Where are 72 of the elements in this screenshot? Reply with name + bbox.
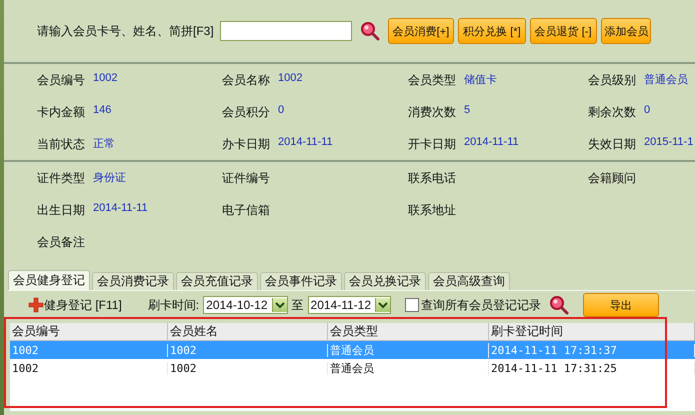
- table-cell: 2014-11-11 17:31:25: [489, 362, 695, 374]
- action-button[interactable]: 积分兑换 [*]: [458, 18, 526, 44]
- field-label: 联系地址: [408, 202, 457, 218]
- field-value: 1002: [93, 72, 118, 86]
- field-label: 会员级别: [588, 72, 637, 88]
- field-value: 0: [644, 104, 650, 118]
- search-field[interactable]: [220, 21, 352, 41]
- action-button[interactable]: 添加会员: [600, 18, 651, 44]
- tab[interactable]: 会员事件记录: [260, 272, 342, 290]
- action-button[interactable]: 会员消费[+]: [388, 18, 454, 44]
- field-label: 剩余次数: [588, 104, 637, 120]
- table-row[interactable]: 1002 1002 普通会员 2014-11-11 17:31:25: [10, 359, 695, 377]
- search-icon[interactable]: [549, 295, 570, 315]
- column-header: 会员编号: [10, 323, 168, 341]
- tab[interactable]: 会员充值记录: [176, 272, 258, 290]
- table-cell: 普通会员: [328, 342, 489, 358]
- action-button[interactable]: 会员退货 [-]: [530, 18, 597, 44]
- table-cell: 1002: [168, 362, 328, 374]
- tab[interactable]: 会员兑换记录: [344, 272, 426, 290]
- date-from-field[interactable]: 2014-10-12: [203, 296, 288, 314]
- field-label: 会员积分: [222, 104, 271, 120]
- plus-icon: [28, 297, 44, 313]
- field-label: 会籍顾问: [588, 170, 637, 186]
- column-header: 会员类型: [328, 323, 489, 341]
- field-label: 消费次数: [408, 104, 457, 120]
- field-label: 证件编号: [222, 170, 271, 186]
- field-label: 证件类型: [37, 170, 86, 186]
- field-value: 2014-11-11: [93, 202, 148, 216]
- field-value: 5: [464, 104, 470, 118]
- search-icon[interactable]: [360, 21, 380, 41]
- dropdown-icon[interactable]: [375, 298, 390, 312]
- checkbox-label: 查询所有会员登记记录: [421, 296, 542, 314]
- field-label: 开卡日期: [408, 136, 457, 152]
- column-header: 刷卡登记时间: [489, 323, 695, 341]
- field-value: 2015-11-1: [644, 136, 694, 150]
- tab[interactable]: 会员高级查询: [428, 272, 510, 290]
- table-cell: 1002: [10, 362, 168, 374]
- field-label: 联系电话: [408, 170, 457, 186]
- range-separator: 至: [292, 296, 304, 314]
- export-button[interactable]: 导出: [583, 293, 660, 317]
- field-label: 会员名称: [222, 72, 271, 88]
- field-value: 身份证: [93, 170, 126, 186]
- field-value: 0: [278, 104, 284, 118]
- field-label: 卡内金额: [37, 104, 86, 120]
- field-label: 出生日期: [37, 202, 86, 218]
- date-label: 刷卡时间:: [148, 296, 200, 314]
- table-cell: 1002: [10, 344, 168, 356]
- field-value: 146: [93, 104, 112, 118]
- field-label: 会员编号: [37, 72, 86, 88]
- checkin-button[interactable]: 健身登记 [F11]: [28, 296, 122, 314]
- field-value: 普通会员: [644, 72, 688, 88]
- table-cell: 2014-11-11 17:31:37: [489, 344, 695, 356]
- field-label: 会员类型: [408, 72, 457, 88]
- checkbox[interactable]: [405, 298, 420, 312]
- column-header: 会员姓名: [168, 323, 328, 341]
- dropdown-icon[interactable]: [272, 298, 287, 312]
- field-value: 1002: [278, 72, 302, 86]
- tab[interactable]: 会员消费记录: [92, 272, 174, 290]
- field-label: 当前状态: [37, 136, 86, 152]
- table-cell: 1002: [168, 344, 328, 356]
- search-label: 请输入会员卡号、姓名、简拼[F3]: [37, 22, 214, 40]
- field-value: 2014-11-11: [278, 136, 333, 150]
- field-value: 储值卡: [464, 72, 497, 88]
- field-label: 电子信箱: [222, 202, 271, 218]
- field-value: 正常: [93, 136, 115, 152]
- field-value: 2014-11-11: [464, 136, 519, 150]
- tab[interactable]: 会员健身登记: [8, 270, 90, 290]
- date-to-field[interactable]: 2014-11-12: [308, 296, 392, 314]
- table-cell: 普通会员: [328, 360, 489, 376]
- field-label: 会员备注: [37, 234, 86, 250]
- field-label: 办卡日期: [222, 136, 271, 152]
- field-label: 失效日期: [588, 136, 637, 152]
